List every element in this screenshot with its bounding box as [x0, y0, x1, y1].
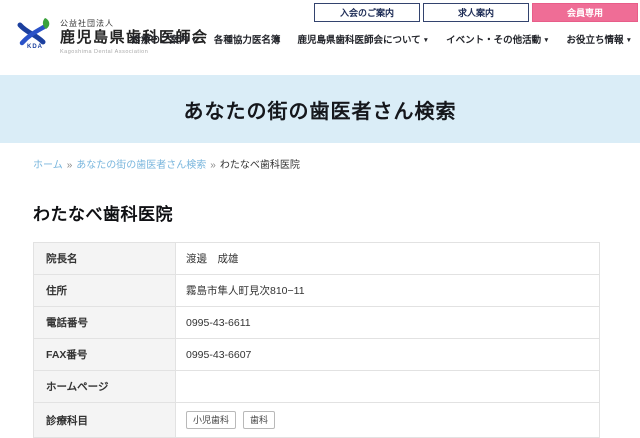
row-label-director: 院長名 — [33, 242, 176, 275]
site-header: KDA 公益社団法人 鹿児島県歯科医師会 Kagoshima Dental As… — [0, 0, 640, 75]
nav-item-cooperating-doctors[interactable]: 各種協力医名簿 — [214, 32, 281, 46]
members-only-button[interactable]: 会員専用 — [532, 3, 638, 22]
chevron-down-icon: ▼ — [543, 37, 550, 44]
breadcrumb-search-link[interactable]: あなたの街の歯医者さん検索 — [76, 160, 206, 171]
hero-banner: あなたの街の歯医者さん検索 — [0, 75, 640, 143]
org-name-english: Kagoshima Dental Association — [60, 48, 149, 55]
nav-item-about-association[interactable]: 鹿児島県歯科医師会について ▼ — [297, 32, 429, 46]
org-type-label: 公益社団法人 — [60, 19, 114, 28]
table-row: ホームページ — [33, 370, 600, 403]
row-label-fax: FAX番号 — [33, 338, 176, 371]
chevron-down-icon: ▼ — [190, 37, 197, 44]
kda-logo-icon — [17, 18, 50, 46]
table-row: FAX番号 0995-43-6607 — [33, 338, 600, 371]
nav-item-events[interactable]: イベント・その他活動 ▼ — [446, 32, 549, 46]
clinic-detail-table: 院長名 渡邊 成雄 住所 霧島市隼人町見次810−11 電話番号 0995-43… — [33, 242, 600, 438]
job-listings-button[interactable]: 求人案内 — [423, 3, 529, 22]
nav-label: イベント・その他活動 — [446, 35, 542, 46]
row-value-homepage — [175, 370, 600, 403]
subject-badge-dental: 歯科 — [243, 411, 276, 429]
breadcrumb-home-link[interactable]: ホーム — [33, 160, 63, 171]
breadcrumb: ホーム» あなたの街の歯医者さん検索» わたなべ歯科医院 — [33, 156, 640, 171]
nav-label: お役立ち情報 — [566, 35, 624, 46]
chevron-down-icon: ▼ — [422, 37, 430, 44]
table-row: 院長名 渡邊 成雄 — [33, 242, 600, 275]
page-title: わたなべ歯科医院 — [33, 205, 173, 224]
nav-label: 鹿児島県歯科医師会について — [297, 35, 421, 46]
table-row: 電話番号 0995-43-6611 — [33, 306, 600, 339]
nav-label: 診療のご案内 — [131, 35, 189, 46]
row-value-phone: 0995-43-6611 — [175, 306, 600, 339]
kda-logo-text: KDA — [27, 44, 43, 50]
main-nav: 診療のご案内 ▼ 各種協力医名簿 鹿児島県歯科医師会について ▼ イベント・その他活… — [131, 32, 632, 46]
row-label-address: 住所 — [33, 274, 176, 307]
row-label-phone: 電話番号 — [33, 306, 176, 339]
breadcrumb-separator: » — [66, 160, 73, 171]
join-guide-button[interactable]: 入会のご案内 — [314, 3, 420, 22]
breadcrumb-separator: » — [210, 160, 216, 171]
row-value-fax: 0995-43-6607 — [175, 338, 600, 371]
hero-title: あなたの街の歯医者さん検索 — [183, 100, 457, 123]
row-value-address: 霧島市隼人町見次810−11 — [175, 274, 600, 307]
row-label-subjects: 診療科目 — [33, 402, 176, 438]
utility-buttons: 入会のご案内 求人案内 会員専用 — [314, 3, 638, 22]
chevron-down-icon: ▼ — [625, 37, 632, 44]
nav-label: 各種協力医名簿 — [213, 35, 281, 46]
table-row: 診療科目 小児歯科 歯科 — [33, 402, 600, 438]
table-row: 住所 霧島市隼人町見次810−11 — [33, 274, 600, 307]
row-value-subjects: 小児歯科 歯科 — [175, 402, 600, 438]
nav-item-useful-info[interactable]: お役立ち情報 ▼ — [567, 32, 632, 46]
row-value-director: 渡邊 成雄 — [175, 242, 600, 275]
nav-item-medical-guide[interactable]: 診療のご案内 ▼ — [131, 32, 196, 46]
row-label-homepage: ホームページ — [33, 370, 176, 403]
kda-logo-mark: KDA — [15, 17, 55, 55]
subject-badge-pediatric: 小児歯科 — [186, 411, 237, 429]
breadcrumb-current-page: わたなべ歯科医院 — [219, 160, 300, 171]
